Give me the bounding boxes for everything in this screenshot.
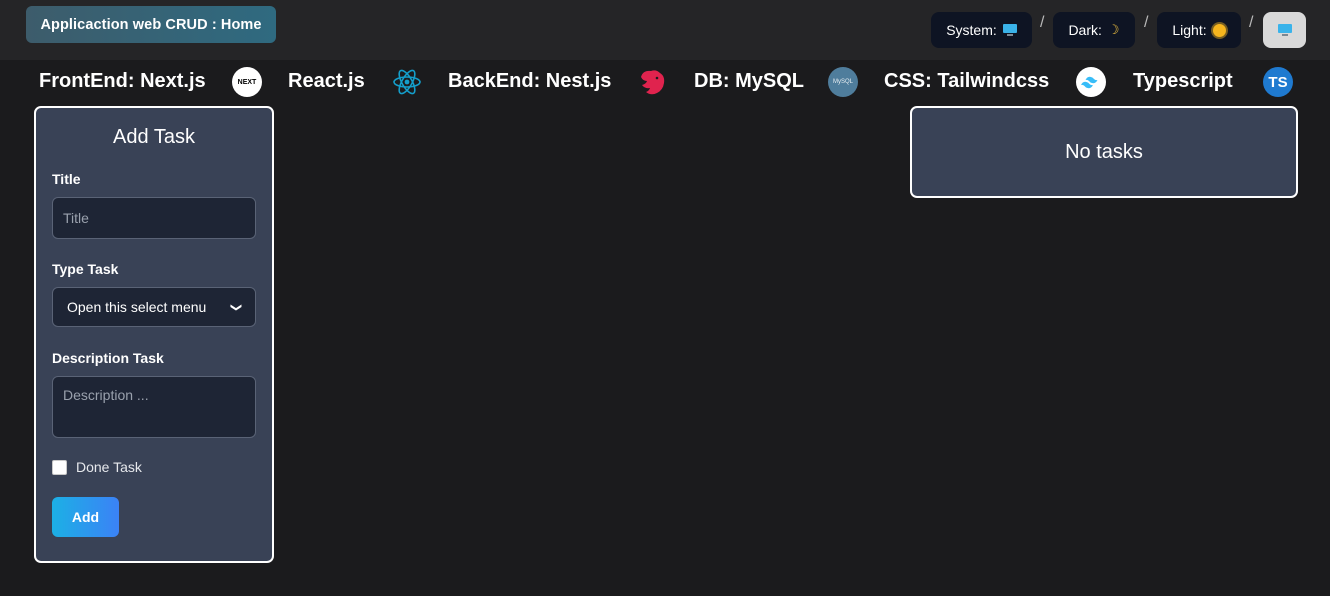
form-title: Add Task (113, 126, 195, 148)
add-task-form: Add Task Title Type Task Open this selec… (34, 106, 274, 563)
tech-label-mysql: DB: MySQL (694, 70, 804, 92)
nextjs-icon: NEXT (232, 67, 262, 97)
chevron-down-icon: ❯ (229, 302, 242, 312)
theme-separator: / (1144, 14, 1149, 31)
title-label: Title (52, 171, 81, 187)
tech-label-nextjs: FrontEnd: Next.js (39, 70, 206, 92)
typescript-icon: TS (1263, 67, 1293, 97)
add-button[interactable]: Add (52, 497, 119, 537)
theme-dark-label: Dark: (1068, 22, 1102, 38)
title-input[interactable] (52, 197, 256, 239)
theme-light-label: Light: (1172, 22, 1207, 38)
nestjs-icon (637, 67, 667, 97)
mysql-icon: MySQL (828, 67, 858, 97)
type-task-select[interactable]: Open this select menu ❯ (52, 287, 256, 327)
theme-separator: / (1249, 14, 1254, 31)
react-icon (392, 67, 422, 97)
theme-system-label: System: (946, 22, 997, 38)
description-label: Description Task (52, 350, 164, 366)
moon-icon: ☽ (1107, 22, 1120, 37)
monitor-icon (1277, 23, 1292, 37)
type-task-selected: Open this select menu (67, 299, 207, 315)
type-task-label: Type Task (52, 261, 119, 277)
empty-message: No tasks (1065, 140, 1143, 163)
done-task-label: Done Task (76, 459, 142, 475)
tech-label-typescript: Typescript (1133, 70, 1233, 92)
task-list-empty: No tasks (910, 106, 1298, 198)
monitor-icon (1002, 23, 1017, 37)
description-textarea[interactable] (52, 376, 256, 438)
theme-separator: / (1040, 14, 1045, 31)
theme-light-button[interactable]: Light: (1157, 12, 1241, 48)
done-task-checkbox[interactable] (52, 460, 67, 475)
tech-label-tailwind: CSS: Tailwindcss (884, 70, 1050, 92)
tech-label-nestjs: BackEnd: Nest.js (448, 70, 612, 92)
theme-dark-button[interactable]: Dark: ☽ (1053, 12, 1135, 48)
top-navbar: Applicaction web CRUD : Home System: / D… (0, 0, 1330, 60)
tech-label-react: React.js (288, 70, 365, 92)
theme-system-button[interactable]: System: (931, 12, 1032, 48)
theme-toggle-button[interactable] (1263, 12, 1306, 48)
home-button[interactable]: Applicaction web CRUD : Home (26, 6, 276, 43)
tailwind-icon (1076, 67, 1106, 97)
sun-icon (1212, 23, 1226, 37)
